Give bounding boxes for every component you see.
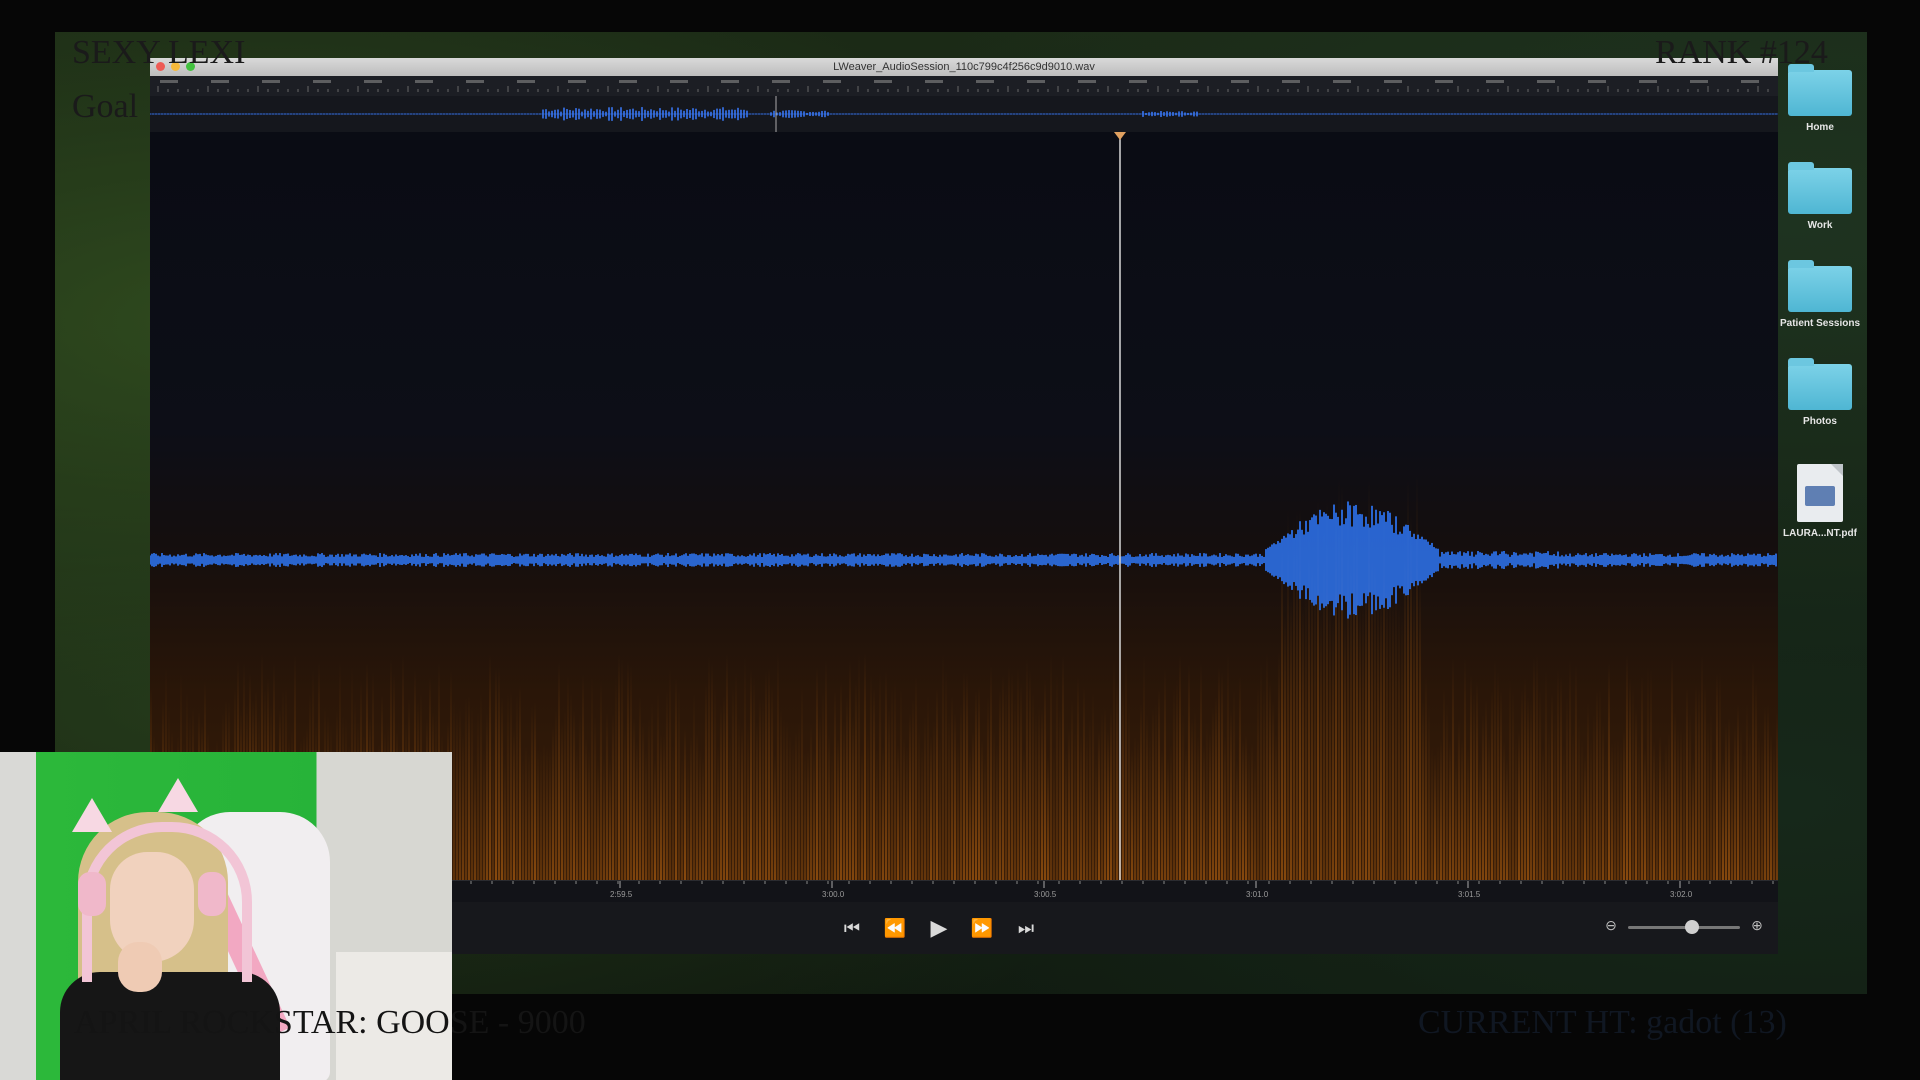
desktop-folder-home[interactable]: Home (1776, 64, 1864, 133)
skip-to-end-button[interactable]: ⏭ (1012, 914, 1040, 942)
waveform-overview[interactable] (150, 76, 1778, 132)
fast-forward-button[interactable]: ⏩ (968, 914, 996, 942)
folder-icon (1788, 358, 1852, 410)
desktop-folder-patient-sessions[interactable]: Patient Sessions (1776, 260, 1864, 329)
overview-waveform-graphic (150, 76, 1778, 132)
folder-icon (1788, 260, 1852, 312)
zoom-out-icon[interactable]: ⊖ (1602, 916, 1620, 934)
desktop-item-label: LAURA...NT.pdf (1783, 528, 1857, 539)
desktop-item-label: Photos (1803, 416, 1837, 427)
zoom-in-icon[interactable]: ⊕ (1748, 916, 1766, 934)
stream-title: SEXY LEXI (72, 34, 246, 71)
ruler-tick-label: 2:59.5 (610, 890, 633, 899)
desktop-folder-work[interactable]: Work (1776, 162, 1864, 231)
stream-goal-label: Goal (72, 88, 139, 125)
zoom-slider[interactable] (1628, 926, 1740, 929)
ruler-tick-label: 3:02.0 (1670, 890, 1693, 899)
stream-rank: RANK #124 (1655, 34, 1828, 71)
folder-icon (1788, 162, 1852, 214)
zoom-slider-handle[interactable] (1685, 920, 1699, 934)
stream-current-ht: CURRENT HT: gadot (13) (1418, 1004, 1787, 1041)
skip-to-start-button[interactable]: ⏮ (838, 914, 866, 942)
cat-ear-icon (158, 778, 198, 812)
desktop-item-label: Home (1806, 122, 1834, 133)
headphones-icon (82, 822, 252, 982)
play-button[interactable]: ▶ (925, 914, 953, 942)
window-title: LWeaver_AudioSession_110c799c4f256c9d901… (833, 61, 1095, 73)
ruler-tick-label: 3:00.5 (1034, 890, 1057, 899)
window-titlebar[interactable]: LWeaver_AudioSession_110c799c4f256c9d901… (150, 58, 1778, 76)
ruler-tick-label: 3:01.5 (1458, 890, 1481, 899)
rewind-button[interactable]: ⏪ (881, 914, 909, 942)
cat-ear-icon (72, 798, 112, 832)
ruler-tick-label: 3:01.0 (1246, 890, 1269, 899)
pdf-file-icon (1797, 464, 1843, 522)
folder-icon (1788, 64, 1852, 116)
desktop-item-label: Work (1807, 220, 1833, 231)
desktop-file-pdf[interactable]: LAURA...NT.pdf (1776, 464, 1864, 539)
desktop-folder-photos[interactable]: Photos (1776, 358, 1864, 427)
stream-rockstar-label: APRIL ROCKSTAR: GOOSE - 9000 (74, 1004, 586, 1041)
ruler-tick-label: 3:00.0 (822, 890, 845, 899)
desktop-item-label: Patient Sessions (1779, 318, 1861, 329)
